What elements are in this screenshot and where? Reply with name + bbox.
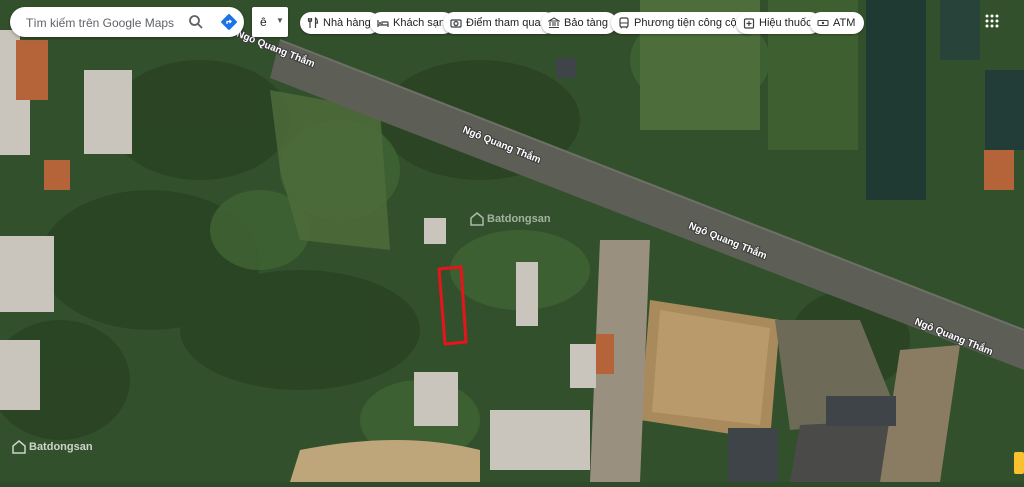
watermark-logo-icon: [12, 440, 26, 454]
category-chip-attractions[interactable]: Điểm tham quan: [443, 12, 556, 34]
apps-grid-icon[interactable]: [984, 13, 1000, 29]
satellite-map[interactable]: Ngô Quang Thắm Ngô Quang Thắm Ngô Quang …: [0, 0, 1024, 482]
category-chip-museums[interactable]: Bảo tàng: [541, 12, 618, 34]
directions-icon[interactable]: [220, 13, 238, 31]
language-dropdown[interactable]: ê ▼: [252, 7, 288, 37]
chip-label: Bảo tàng: [564, 17, 609, 29]
chevron-down-icon: ▼: [276, 16, 284, 25]
camera-icon: [450, 19, 462, 28]
watermark-center: Batdongsan: [470, 212, 551, 226]
chip-label: Khách sạn: [393, 17, 445, 29]
watermark-logo-icon: [470, 212, 484, 226]
chip-label: Phương tiện công cộng: [634, 17, 749, 29]
category-chip-atm[interactable]: ATM: [810, 12, 865, 34]
atm-icon: [817, 19, 829, 27]
pegman-icon[interactable]: [1014, 452, 1024, 474]
museum-icon: [548, 17, 560, 29]
chip-label: ATM: [833, 17, 856, 29]
search-box[interactable]: [10, 7, 244, 37]
restaurant-icon: [307, 17, 319, 28]
watermark-text: Batdongsan: [29, 441, 93, 453]
chip-label: Hiệu thuốc: [759, 17, 812, 29]
watermark-corner: Batdongsan: [12, 440, 93, 454]
search-input[interactable]: [24, 13, 188, 33]
hotel-icon: [377, 20, 389, 27]
language-label: ê: [260, 15, 267, 29]
category-chip-restaurants[interactable]: Nhà hàng: [300, 12, 380, 34]
search-icon[interactable]: [188, 14, 204, 30]
category-chip-pharmacies[interactable]: Hiệu thuốc: [736, 12, 821, 34]
transit-icon: [619, 17, 629, 29]
pharmacy-icon: [743, 18, 755, 29]
watermark-text: Batdongsan: [487, 213, 551, 225]
chip-label: Nhà hàng: [323, 17, 371, 29]
category-chip-hotels[interactable]: Khách sạn: [370, 12, 454, 34]
chip-label: Điểm tham quan: [466, 17, 547, 29]
satellite-imagery: Ngô Quang Thắm Ngô Quang Thắm Ngô Quang …: [0, 0, 1024, 482]
